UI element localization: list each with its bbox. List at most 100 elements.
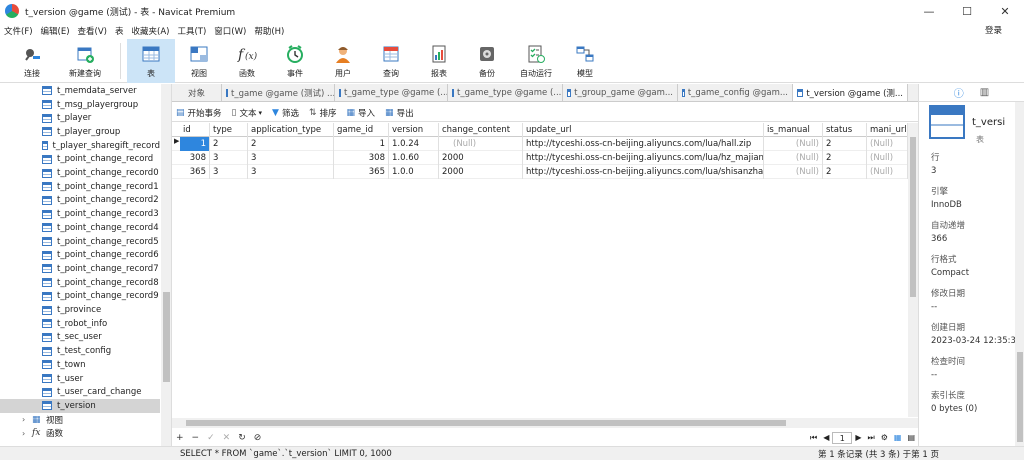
last-page-icon[interactable]: ⏭ (868, 433, 875, 443)
cell-game-id[interactable]: 365 (334, 165, 389, 179)
menu-view[interactable]: 查看(V) (74, 25, 111, 37)
cell-mani-url[interactable]: (Null) (867, 151, 908, 165)
backup-button[interactable]: 备份 (463, 39, 511, 83)
cell-id[interactable]: 1 (180, 137, 210, 151)
tree-item-table[interactable]: t_point_change_record6 (0, 248, 160, 262)
query-button[interactable]: 查询 (367, 39, 415, 83)
import-button[interactable]: ▦ 导入 (347, 107, 376, 119)
tree-item-table[interactable]: t_point_change_record (0, 153, 160, 167)
cell-application-type[interactable]: 3 (248, 165, 334, 179)
prev-page-icon[interactable]: ◀ (823, 433, 829, 442)
event-button[interactable]: 事件 (271, 39, 319, 83)
column-header[interactable]: version (389, 123, 439, 137)
text-button[interactable]: ▯ 文本 ▾ (232, 107, 262, 119)
menu-favorites[interactable]: 收藏夹(A) (128, 25, 174, 37)
tree-item-table[interactable]: t_point_change_record7 (0, 262, 160, 276)
cell-status[interactable]: 2 (823, 151, 867, 165)
tree-item-table[interactable]: t_player (0, 111, 160, 125)
cell-application-type[interactable]: 3 (248, 151, 334, 165)
tab-objects[interactable]: 对象 (172, 84, 222, 101)
tree-item-table[interactable]: t_province (0, 303, 160, 317)
tree-item-table[interactable]: t_point_change_record3 (0, 207, 160, 221)
settings-gear-icon[interactable]: ⚙ (881, 433, 888, 442)
tab-t-game-type[interactable]: t_game_type @game (... (335, 84, 448, 101)
form-view-icon[interactable]: ▤ (907, 433, 915, 442)
cell-game-id[interactable]: 308 (334, 151, 389, 165)
cell-change-content[interactable]: 2000 (439, 165, 523, 179)
next-page-icon[interactable]: ▶ (855, 433, 861, 442)
cell-mani-url[interactable]: (Null) (867, 165, 908, 179)
sort-button[interactable]: ⇅ 排序 (309, 107, 337, 119)
cell-update-url[interactable]: http://tyceshi.oss-cn-beijing.aliyuncs.c… (523, 151, 764, 165)
tree-item-table[interactable]: t_point_change_record2 (0, 194, 160, 208)
maximize-button[interactable]: ☐ (948, 0, 986, 22)
cell-change-content[interactable]: 2000 (439, 151, 523, 165)
column-header[interactable]: id (180, 123, 210, 137)
info-icon[interactable]: ⓘ (954, 85, 964, 100)
cell-id[interactable]: 365 (180, 165, 210, 179)
menu-table[interactable]: 表 (111, 25, 128, 37)
cell-status[interactable]: 2 (823, 137, 867, 151)
grid-hscroll-thumb[interactable] (186, 420, 786, 426)
grid-vertical-scrollbar[interactable] (908, 123, 918, 417)
new-query-button[interactable]: 新建查询 (56, 39, 114, 83)
tree-item-table[interactable]: t_user (0, 372, 160, 386)
view-button[interactable]: 视图 (175, 39, 223, 83)
stop-icon[interactable]: ⊘ (254, 433, 262, 443)
tree-item-table[interactable]: t_point_change_record0 (0, 166, 160, 180)
column-header[interactable]: status (823, 123, 867, 137)
login-link[interactable]: 登录 (985, 24, 1002, 36)
info-scrollbar[interactable] (1015, 102, 1024, 446)
export-button[interactable]: ▦ 导出 (385, 107, 414, 119)
column-header[interactable]: change_content (439, 123, 523, 137)
cell-change-content[interactable]: (Null) (439, 137, 523, 151)
cell-game-id[interactable]: 1 (334, 137, 389, 151)
cell-version[interactable]: 1.0.60 (389, 151, 439, 165)
menu-tools[interactable]: 工具(T) (173, 25, 210, 37)
grid-horizontal-scrollbar[interactable] (172, 418, 918, 428)
table-row[interactable]: 308 3 3 308 1.0.60 2000 http://tyceshi.o… (172, 151, 908, 165)
grid-vscroll-thumb[interactable] (910, 137, 916, 297)
tree-item-table[interactable]: t_test_config (0, 344, 160, 358)
connect-button[interactable]: 连接 (8, 39, 56, 83)
tree-group-views[interactable]: › ▦ 视图 (0, 413, 63, 426)
tab-t-game[interactable]: t_game @game (测试) ... (222, 84, 335, 101)
tree-item-table[interactable]: t_point_change_record1 (0, 180, 160, 194)
tree-item-table[interactable]: t_user_card_change (0, 385, 160, 399)
minimize-button[interactable]: — (910, 0, 948, 22)
page-number-field[interactable]: 1 (832, 431, 853, 444)
cell-version[interactable]: 1.0.0 (389, 165, 439, 179)
tree-item-table[interactable]: t_sec_user (0, 331, 160, 345)
grid-view-icon[interactable]: ▦ (894, 433, 902, 442)
table-row[interactable]: 365 3 3 365 1.0.0 2000 http://tyceshi.os… (172, 165, 908, 179)
tree-item-table[interactable]: t_player_sharegift_record (0, 139, 160, 153)
tree-item-table[interactable]: t_robot_info (0, 317, 160, 331)
cell-application-type[interactable]: 2 (248, 137, 334, 151)
refresh-icon[interactable]: ↻ (238, 433, 246, 443)
table-button[interactable]: 表 (127, 39, 175, 83)
column-header[interactable]: type (210, 123, 248, 137)
function-button[interactable]: f (x) 函数 (223, 39, 271, 83)
ddl-icon[interactable]: ▥ (980, 87, 989, 98)
model-button[interactable]: 模型 (561, 39, 609, 83)
tree-scrollbar[interactable] (161, 84, 171, 446)
tree-item-t-version-selected[interactable]: t_version (0, 399, 160, 413)
tree-item-table[interactable]: t_msg_playergroup (0, 98, 160, 112)
column-header[interactable]: application_type (248, 123, 334, 137)
menu-window[interactable]: 窗口(W) (210, 25, 250, 37)
auto-run-button[interactable]: 自动运行 (511, 39, 561, 83)
tree-item-table[interactable]: t_point_change_record5 (0, 235, 160, 249)
tree-group-functions[interactable]: › fx 函数 (0, 427, 63, 440)
cell-update-url[interactable]: http://tyceshi.oss-cn-beijing.aliyuncs.c… (523, 137, 764, 151)
cell-is-manual[interactable]: (Null) (764, 165, 823, 179)
tree-item-table[interactable]: t_town (0, 358, 160, 372)
cell-is-manual[interactable]: (Null) (764, 137, 823, 151)
cell-type[interactable]: 2 (210, 137, 248, 151)
cell-status[interactable]: 2 (823, 165, 867, 179)
info-scroll-thumb[interactable] (1017, 352, 1023, 442)
tab-t-group-game[interactable]: t_group_game @gam... (563, 84, 678, 101)
column-header[interactable]: game_id (334, 123, 389, 137)
tab-t-game-config[interactable]: t_game_config @gam... (678, 84, 793, 101)
cell-type[interactable]: 3 (210, 151, 248, 165)
menu-file[interactable]: 文件(F) (0, 25, 37, 37)
